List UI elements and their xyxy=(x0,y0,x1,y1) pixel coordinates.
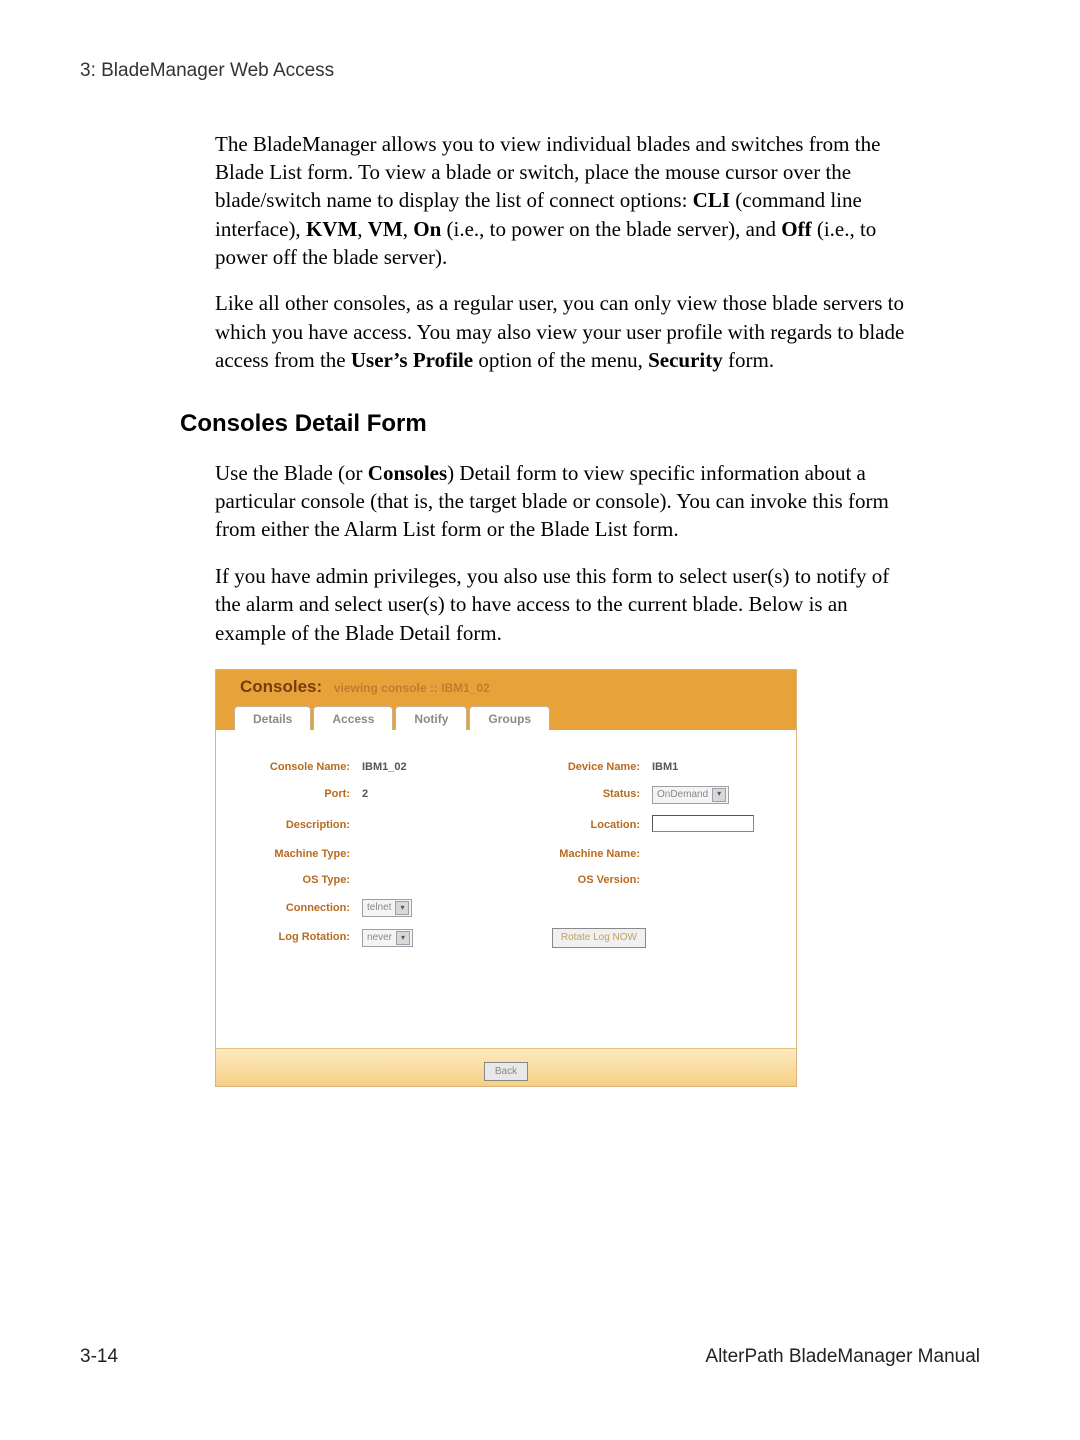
text-bold-consoles: Consoles xyxy=(368,461,447,485)
page-footer: 3-14 AlterPath BladeManager Manual xyxy=(80,1344,980,1370)
text-bold-security: Security xyxy=(648,348,723,372)
label-machine-name: Machine Name: xyxy=(502,847,652,862)
text: form. xyxy=(723,348,774,372)
text: , xyxy=(357,217,368,241)
running-head: 3: BladeManager Web Access xyxy=(80,58,980,84)
tabs-row: Details Access Notify Groups xyxy=(216,705,796,730)
chevron-down-icon: ▾ xyxy=(712,788,726,802)
label-port: Port: xyxy=(232,787,362,802)
paragraph-4: If you have admin privileges, you also u… xyxy=(215,562,915,647)
text-bold-off: Off xyxy=(781,217,811,241)
figure-title-main: Consoles: xyxy=(240,677,322,696)
status-select-value: OnDemand xyxy=(657,788,708,802)
text-bold-vm: VM xyxy=(368,217,403,241)
location-input[interactable] xyxy=(652,815,754,832)
label-os-version: OS Version: xyxy=(502,873,652,888)
back-bar: Back xyxy=(216,1048,796,1087)
label-status: Status: xyxy=(502,787,652,802)
text-bold-users-profile: User’s Profile xyxy=(351,348,473,372)
paragraph-3: Use the Blade (or Consoles) Detail form … xyxy=(215,459,915,544)
log-rotation-select-value: never xyxy=(367,931,392,945)
connection-select-wrap: telnet ▾ xyxy=(362,899,502,917)
text: , xyxy=(403,217,414,241)
label-os-type: OS Type: xyxy=(232,873,362,888)
log-rotation-select[interactable]: never ▾ xyxy=(362,929,413,947)
connection-select-value: telnet xyxy=(367,901,391,915)
page: 3: BladeManager Web Access The BladeMana… xyxy=(0,0,1080,1440)
value-device-name: IBM1 xyxy=(652,760,782,775)
paragraph-2: Like all other consoles, as a regular us… xyxy=(215,289,915,374)
form-grid: Console Name: IBM1_02 Device Name: IBM1 … xyxy=(232,760,780,948)
text-bold-kvm: KVM xyxy=(306,217,357,241)
text-bold-cli: CLI xyxy=(693,188,730,212)
section-heading: Consoles Detail Form xyxy=(180,408,980,440)
tab-strip-bg xyxy=(552,705,796,730)
tab-label: Access xyxy=(332,712,374,726)
label-machine-type: Machine Type: xyxy=(232,847,362,862)
tab-details[interactable]: Details xyxy=(234,706,311,730)
rotate-button-cell: Rotate Log NOW xyxy=(502,928,652,948)
value-port: 2 xyxy=(362,787,502,802)
label-location: Location: xyxy=(502,818,652,833)
text: Use the Blade (or xyxy=(215,461,368,485)
label-device-name: Device Name: xyxy=(502,760,652,775)
figure-title-sub: viewing console :: IBM1_02 xyxy=(326,681,490,695)
value-console-name: IBM1_02 xyxy=(362,760,502,775)
console-detail-figure: Consoles: viewing console :: IBM1_02 Det… xyxy=(215,669,797,1087)
text: (i.e., to power on the blade server), an… xyxy=(441,217,781,241)
chevron-down-icon: ▾ xyxy=(395,901,409,915)
rotate-log-button[interactable]: Rotate Log NOW xyxy=(552,928,646,948)
label-console-name: Console Name: xyxy=(232,760,362,775)
status-select-wrap: OnDemand ▾ xyxy=(652,786,782,804)
status-select[interactable]: OnDemand ▾ xyxy=(652,786,729,804)
form-area: Console Name: IBM1_02 Device Name: IBM1 … xyxy=(216,730,796,1048)
figure-titlebar: Consoles: viewing console :: IBM1_02 xyxy=(216,670,796,705)
manual-title: AlterPath BladeManager Manual xyxy=(705,1344,980,1370)
page-number: 3-14 xyxy=(80,1344,118,1370)
back-button[interactable]: Back xyxy=(484,1062,528,1082)
tab-label: Groups xyxy=(488,712,531,726)
log-rotation-select-wrap: never ▾ xyxy=(362,929,502,947)
connection-select[interactable]: telnet ▾ xyxy=(362,899,412,917)
body-column-2: Use the Blade (or Consoles) Detail form … xyxy=(215,459,915,647)
label-log-rotation: Log Rotation: xyxy=(232,930,362,945)
tab-access[interactable]: Access xyxy=(313,706,393,730)
tab-groups[interactable]: Groups xyxy=(469,706,550,730)
chevron-down-icon: ▾ xyxy=(396,931,410,945)
body-column: The BladeManager allows you to view indi… xyxy=(215,130,915,375)
tab-notify[interactable]: Notify xyxy=(395,706,467,730)
paragraph-1: The BladeManager allows you to view indi… xyxy=(215,130,915,272)
label-description: Description: xyxy=(232,818,362,833)
tab-label: Details xyxy=(253,712,292,726)
text-bold-on: On xyxy=(413,217,441,241)
label-connection: Connection: xyxy=(232,901,362,916)
tab-label: Notify xyxy=(414,712,448,726)
location-input-wrap xyxy=(652,815,782,837)
text: option of the menu, xyxy=(473,348,648,372)
form-spacer xyxy=(232,948,780,1038)
